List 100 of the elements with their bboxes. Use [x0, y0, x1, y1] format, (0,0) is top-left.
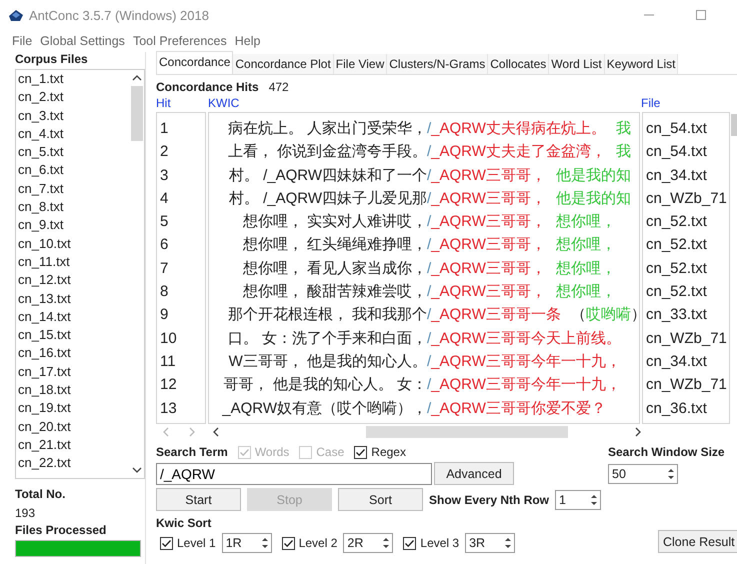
hit-number: 5 — [159, 212, 170, 232]
scrollbar-thumb[interactable] — [366, 426, 568, 438]
checkbox[interactable] — [282, 536, 295, 550]
file-list-item[interactable]: cn_6.txt — [18, 161, 130, 180]
file-list-item[interactable]: cn_9.txt — [18, 216, 130, 235]
nth-row-spinner[interactable]: 1 — [555, 490, 602, 510]
hits-count: 472 — [268, 80, 289, 96]
file-list-item[interactable]: cn_1.txt — [18, 70, 130, 88]
kwic-line: 上看， 你说到金盆湾夸手段。/_AQRW丈夫走了金盆湾， 我 — [226, 142, 632, 162]
menu-item[interactable]: File — [12, 34, 32, 48]
checkbox[interactable] — [354, 446, 368, 458]
advanced-button[interactable]: Advanced — [434, 462, 514, 485]
file-name-cell-text: cn_52.txt — [645, 235, 708, 256]
file-list-item[interactable]: cn_13.txt — [18, 290, 130, 308]
scroll-right-icon[interactable] — [634, 427, 642, 437]
nth-row-label: Show Every Nth Row — [429, 492, 550, 506]
checkbox-label[interactable]: Level 2 — [298, 536, 338, 550]
checkbox[interactable] — [403, 536, 416, 550]
tab[interactable]: Concordance Plot — [233, 54, 334, 74]
kwic-line: 想你哩， 实实对人难讲哎，/_AQRW三哥哥， 想你哩， — [242, 212, 617, 232]
search-term-label: Search Term — [156, 445, 228, 459]
file-list-item[interactable]: cn_2.txt — [18, 88, 130, 107]
maximize-icon[interactable] — [695, 9, 707, 21]
file-list-item[interactable]: cn_17.txt — [18, 362, 130, 382]
sort-level-spinner[interactable]: 1R — [222, 533, 272, 553]
tab[interactable]: File View — [334, 54, 388, 74]
file-name-cell-text: cn_36.txt — [645, 398, 708, 419]
clone-results-button[interactable]: Clone Result — [658, 530, 737, 553]
file-list-item[interactable]: cn_22.txt — [18, 454, 130, 473]
scroll-down-icon[interactable] — [132, 466, 142, 474]
file-name-cell-text: cn_54.txt — [645, 142, 708, 162]
checkbox-label[interactable]: Level 1 — [177, 536, 216, 550]
file-list-item[interactable]: cn_16.txt — [18, 344, 130, 363]
file-name-cell-text: cn_54.txt — [645, 119, 708, 139]
checkbox-label[interactable]: Regex — [371, 445, 406, 459]
column-header[interactable]: KWIC — [208, 96, 641, 112]
file-list-item[interactable]: cn_21.txt — [18, 436, 130, 454]
file-list-item[interactable]: cn_15.txt — [18, 326, 130, 344]
column-header[interactable]: File — [641, 96, 660, 112]
window-size-spinner[interactable]: 50 — [608, 464, 678, 484]
hit-number: 9 — [159, 305, 170, 326]
hit-number: 3 — [159, 166, 170, 186]
action-button[interactable]: Start — [156, 488, 241, 511]
kwic-sort-label: Kwic Sort — [156, 516, 212, 530]
panel-heading: Corpus Files — [15, 52, 89, 66]
scrollbar-thumb[interactable] — [131, 86, 143, 141]
hit-number: 12 — [159, 375, 178, 396]
tab[interactable]: Concordance — [156, 51, 234, 74]
checkbox[interactable] — [160, 536, 173, 550]
file-list-item[interactable]: cn_4.txt — [18, 124, 130, 144]
file-list-item[interactable]: cn_14.txt — [18, 308, 130, 326]
kwic-line: 想你哩， 看见人家当成你，/_AQRW三哥哥， 想你哩， — [242, 258, 617, 279]
hit-number: 8 — [159, 282, 170, 302]
hits-label: Concordance Hits — [156, 80, 259, 96]
file-list-item[interactable]: cn_3.txt — [18, 106, 130, 125]
total-count: 193 — [15, 506, 36, 520]
file-name-cell-text: cn_33.txt — [645, 305, 708, 326]
app-logo-icon — [8, 7, 24, 23]
hit-number: 7 — [159, 258, 170, 279]
window-size-label: Search Window Size — [608, 445, 725, 459]
file-list-item[interactable]: cn_8.txt — [18, 198, 130, 216]
sort-level-spinner[interactable]: 2R — [343, 533, 394, 553]
tab[interactable]: Collocates — [488, 54, 550, 74]
scroll-up-icon[interactable] — [132, 74, 142, 82]
sort-level-spinner[interactable]: 3R — [465, 533, 516, 553]
kwic-line: 那个开花根连根， 我和我那个/_AQRW三哥哥一条 （哎哟嗬） — [226, 305, 639, 326]
kwic-line: 哥哥， 他是我的知心人。 女：/_AQRW三哥哥今年一十九， — [222, 375, 622, 396]
file-list-item[interactable]: cn_7.txt — [18, 180, 130, 198]
menu-item[interactable]: Help — [234, 34, 260, 48]
file-list-item[interactable]: cn_18.txt — [18, 381, 130, 400]
kwic-line: 村。 /_AQRW四妹子儿爱见那/_AQRW三哥哥， 他是我的知 — [228, 188, 632, 209]
tab[interactable]: Keyword List — [604, 54, 678, 74]
hit-number: 2 — [159, 142, 170, 162]
kwic-line: 口。 女：洗了个手来和白面，/_AQRW三哥哥今天上前线。 — [226, 328, 622, 349]
action-button[interactable]: Sort — [338, 488, 423, 511]
tab[interactable]: Clusters/N-Grams — [387, 54, 488, 74]
hit-number: 6 — [159, 235, 170, 256]
tab[interactable]: Word List — [549, 54, 605, 74]
file-list-item[interactable]: cn_5.txt — [18, 143, 130, 162]
kwic-line: 想你哩， 酸甜苦辣难尝哎，/_AQRW三哥哥， 想你哩， — [242, 282, 617, 302]
file-name-cell-text: cn_52.txt — [645, 282, 708, 302]
file-list-item[interactable]: cn_10.txt — [18, 234, 130, 253]
checkbox-label[interactable]: Level 3 — [420, 536, 460, 550]
hit-number: 10 — [159, 328, 178, 349]
hit-number: 13 — [159, 398, 178, 419]
file-list-item[interactable]: cn_11.txt — [18, 252, 130, 272]
column-header[interactable]: Hit — [156, 96, 208, 112]
file-list-item[interactable]: cn_12.txt — [18, 271, 130, 290]
scroll-left-icon[interactable] — [212, 427, 220, 437]
file-list-item[interactable]: cn_19.txt — [18, 399, 130, 418]
scrollbar-thumb[interactable] — [731, 114, 737, 136]
file-list-item[interactable]: cn_20.txt — [18, 418, 130, 436]
menu-item[interactable]: Tool Preferences — [132, 34, 227, 48]
search-field[interactable]: /_AQRW — [156, 462, 432, 484]
hit-number: 1 — [159, 119, 170, 139]
file-name-cell-text: cn_34.txt — [645, 166, 708, 186]
menu-item[interactable]: Global Settings — [40, 34, 125, 48]
progress-label: Files Processed — [15, 523, 108, 537]
file-name-cell-text: cn_52.txt — [645, 212, 708, 232]
kwic-line: W三哥哥， 他是我的知心人。/_AQRW三哥哥今年一十九， — [228, 352, 622, 372]
